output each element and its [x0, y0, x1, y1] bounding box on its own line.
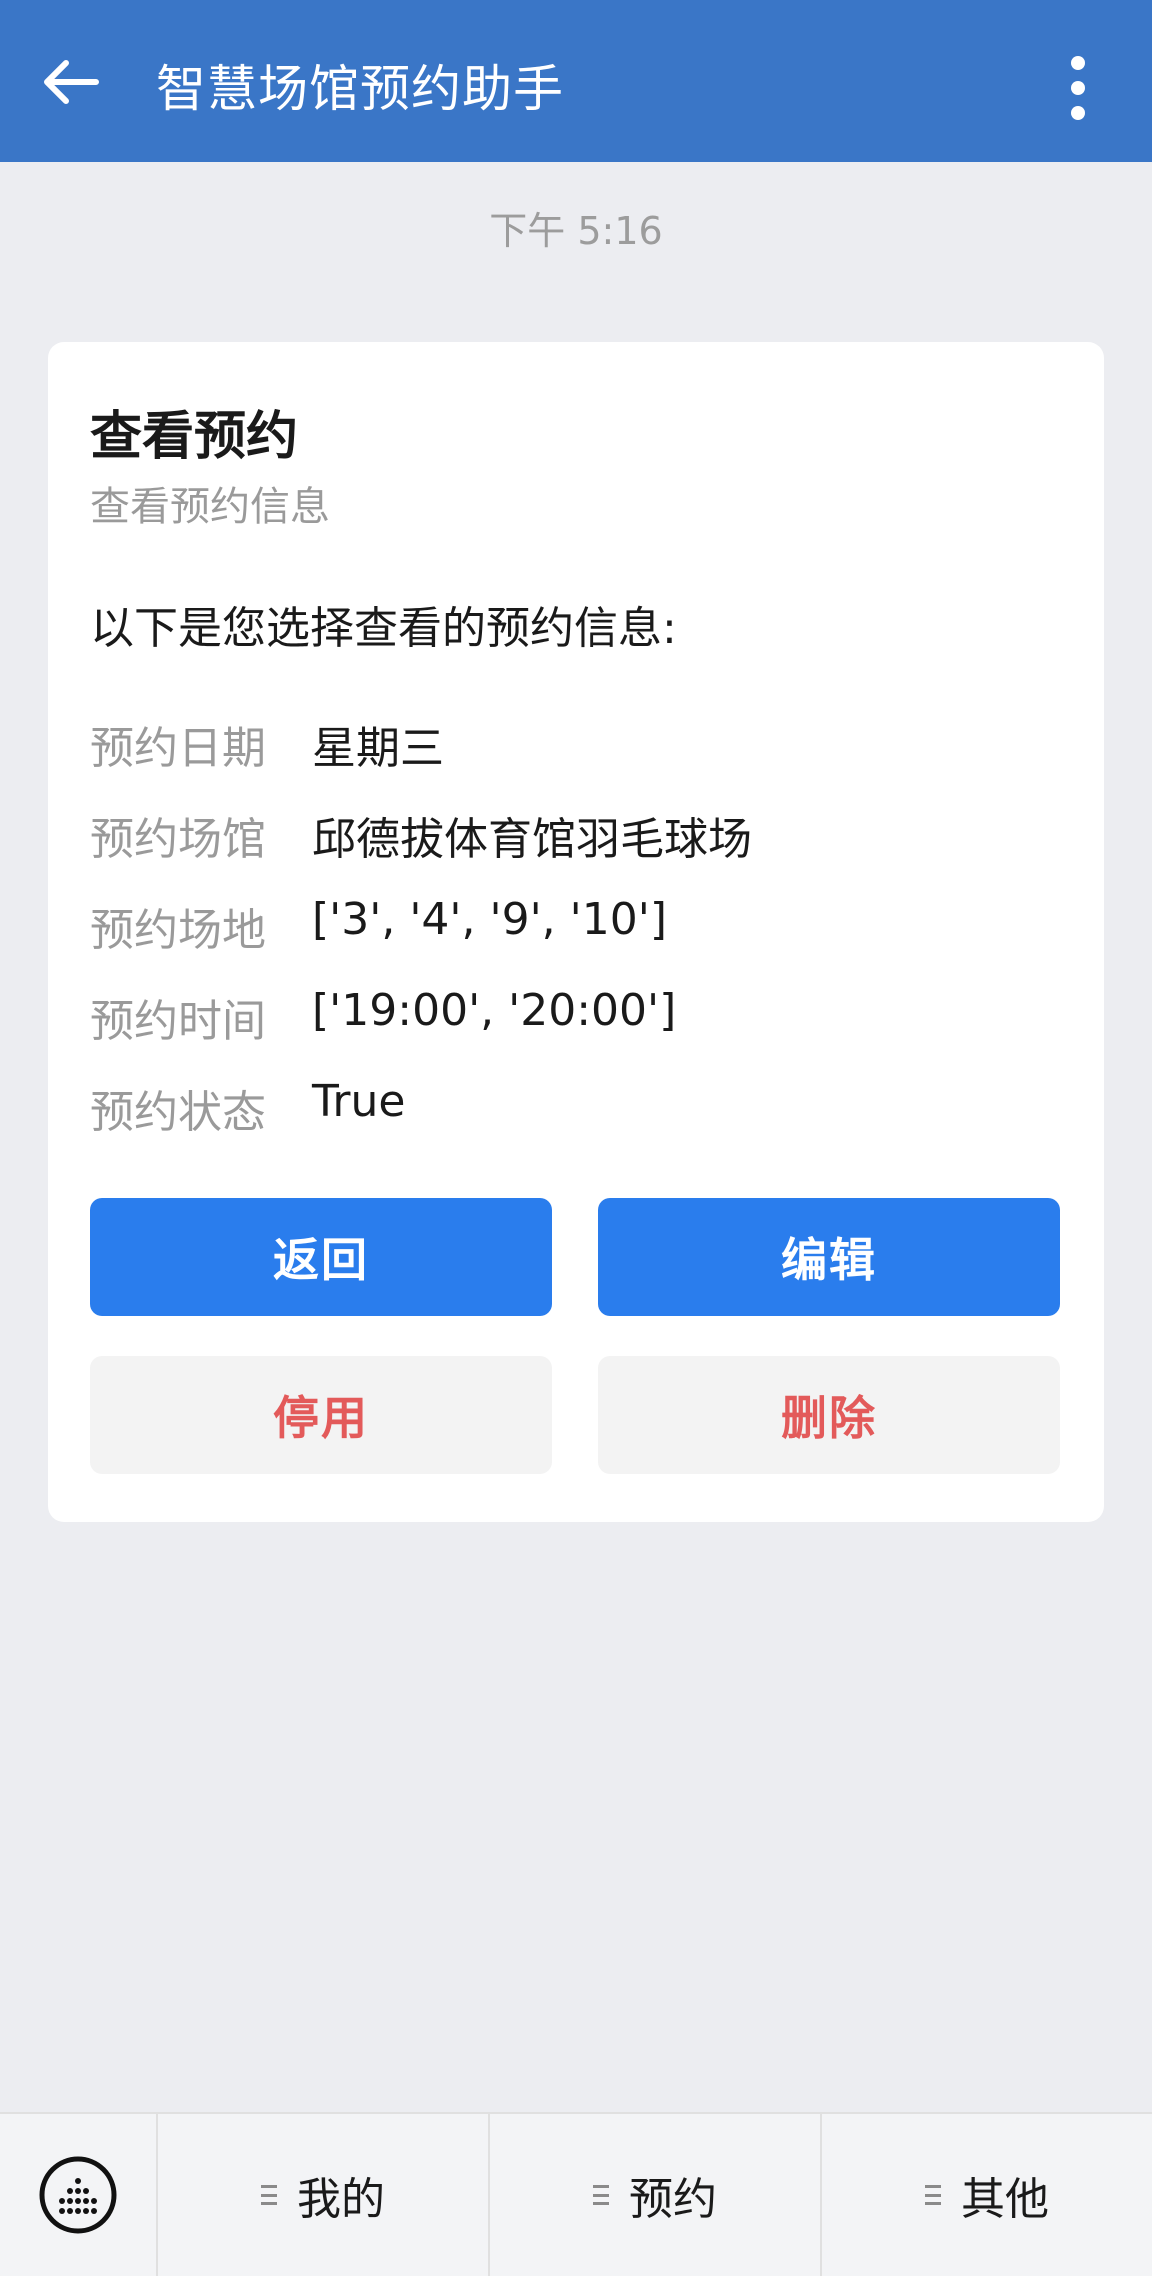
message-timestamp: 下午 5:16: [489, 209, 663, 253]
menu-lines-icon: [925, 2185, 941, 2205]
info-value: 星期三: [312, 723, 444, 774]
nav-item-label: 预约: [629, 2174, 717, 2225]
nav-item-label: 其他: [961, 2174, 1049, 2225]
info-label: 预约时间: [90, 996, 266, 1047]
card-subtitle: 查看预约信息: [90, 484, 330, 530]
info-label: 预约状态: [90, 1087, 266, 1138]
info-value: ['3', '4', '9', '10']: [312, 894, 667, 945]
more-options-icon[interactable]: [1054, 56, 1102, 120]
delete-button[interactable]: 删除: [598, 1356, 1060, 1474]
nav-item-label: 我的: [297, 2174, 385, 2225]
info-label: 预约日期: [90, 723, 266, 774]
info-label: 预约场馆: [90, 814, 266, 865]
back-arrow-icon[interactable]: [34, 46, 106, 118]
info-value: 邱德拔体育馆羽毛球场: [312, 814, 752, 865]
nav-item-mine[interactable]: 我的: [156, 2114, 488, 2276]
info-value: True: [312, 1076, 406, 1127]
disable-button[interactable]: 停用: [90, 1356, 552, 1474]
menu-lines-icon: [593, 2185, 609, 2205]
back-button[interactable]: 返回: [90, 1198, 552, 1316]
nav-item-reserve[interactable]: 预约: [488, 2114, 820, 2276]
edit-button[interactable]: 编辑: [598, 1198, 1060, 1316]
menu-lines-icon: [261, 2185, 277, 2205]
card-intro-text: 以下是您选择查看的预约信息:: [90, 603, 677, 654]
top-app-bar: 智慧场馆预约助手: [0, 0, 1152, 162]
bottom-menu-bar: 我的 预约 其他: [0, 2112, 1152, 2276]
nav-item-other[interactable]: 其他: [820, 2114, 1152, 2276]
info-label: 预约场地: [90, 905, 266, 956]
reservation-card: 查看预约 查看预约信息 以下是您选择查看的预约信息: 预约日期 星期三 预约场馆…: [48, 342, 1104, 1522]
keyboard-toggle-icon[interactable]: [0, 2114, 156, 2276]
app-title: 智慧场馆预约助手: [156, 60, 564, 118]
info-value: ['19:00', '20:00']: [312, 985, 677, 1036]
card-title: 查看预约: [90, 407, 299, 467]
